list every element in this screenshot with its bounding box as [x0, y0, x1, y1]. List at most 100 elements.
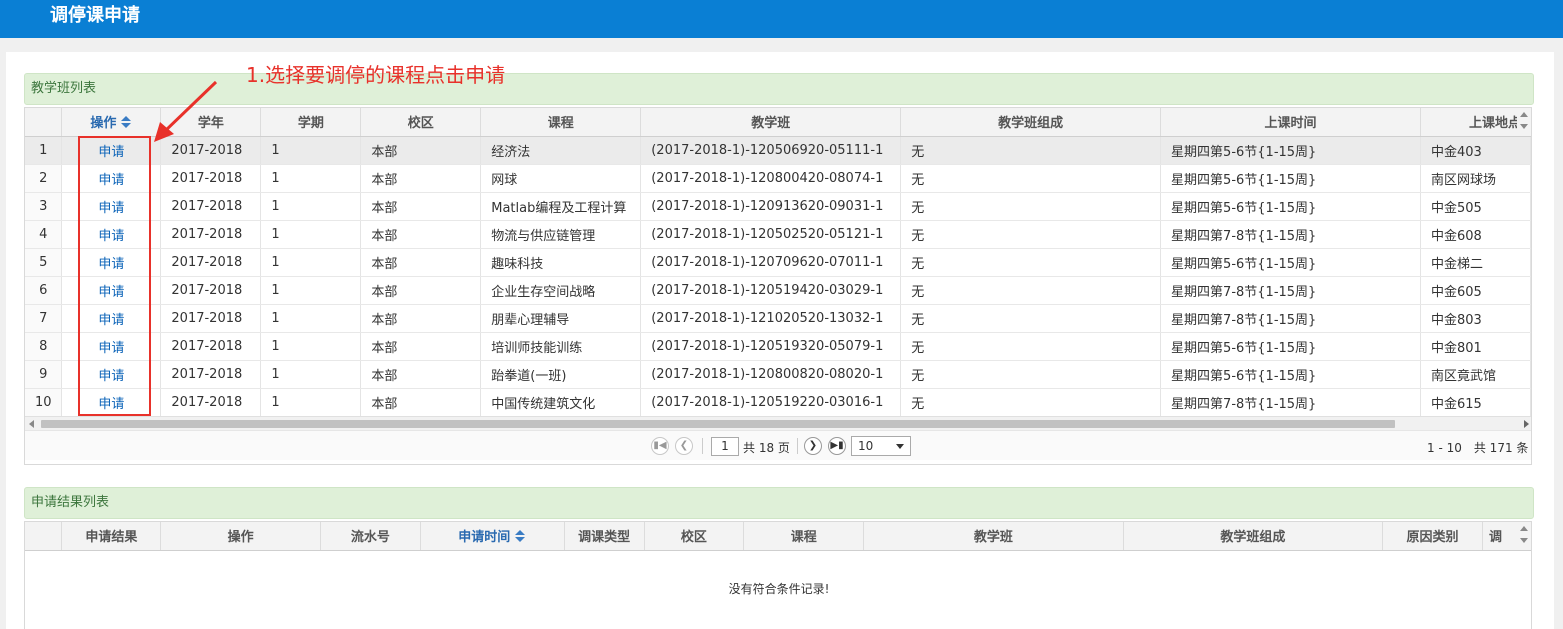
class-list-title: 教学班列表: [31, 81, 97, 96]
result-list-header: 申请结果列表: [24, 487, 1534, 519]
cell-class: (2017-2018-1)-120913620-09031-1: [640, 192, 902, 221]
prev-page-button[interactable]: ❮: [675, 437, 693, 455]
scroll-right-icon[interactable]: [1524, 420, 1529, 428]
table-row[interactable]: 7 申请 2017-2018 1 本部 朋辈心理辅导 (2017-2018-1)-12102…: [25, 304, 1531, 333]
column-header-campus[interactable]: 校区: [644, 522, 745, 551]
highlight-box: [78, 136, 151, 416]
column-header-class[interactable]: 教学班: [640, 108, 902, 137]
annotation-arrow-icon: [154, 80, 218, 142]
row-number: 7: [25, 304, 63, 333]
vertical-scrollbar[interactable]: [1517, 522, 1531, 550]
column-header-campus[interactable]: 校区: [360, 108, 482, 137]
cell-year: 2017-2018: [160, 388, 262, 417]
cell-class-composition: 无: [900, 304, 1162, 333]
cell-place: 中金505: [1420, 192, 1531, 221]
row-number: 4: [25, 220, 63, 249]
column-header-serial[interactable]: 流水号: [320, 522, 421, 551]
table-row[interactable]: 9 申请 2017-2018 1 本部 跆拳道(一班) (2017-2018-1)-1208…: [25, 360, 1531, 389]
cell-class: (2017-2018-1)-121020520-13032-1: [640, 304, 902, 333]
next-page-button[interactable]: ❯: [804, 437, 822, 455]
cell-campus: 本部: [360, 164, 482, 193]
table-row[interactable]: 5 申请 2017-2018 1 本部 趣味科技 (2017-2018-1)-1207096…: [25, 248, 1531, 277]
cell-term: 1: [260, 248, 362, 277]
class-list-table: 操作 学年 学期 校区 课程 教学班 教学班组成 上课时间 上课地点 1 申请 20…: [25, 108, 1531, 417]
row-number: 1: [25, 136, 63, 165]
column-header-class-composition[interactable]: 教学班组成: [900, 108, 1162, 137]
result-list-title: 申请结果列表: [31, 495, 110, 510]
cell-campus: 本部: [360, 332, 482, 361]
page-size-select[interactable]: 10: [851, 436, 911, 456]
cell-course: Matlab编程及工程计算: [480, 192, 642, 221]
column-header-reason-type[interactable]: 原因类别: [1382, 522, 1483, 551]
row-number: 3: [25, 192, 63, 221]
cell-term: 1: [260, 164, 362, 193]
horizontal-scroll-thumb[interactable]: [41, 420, 1395, 428]
cell-campus: 本部: [360, 220, 482, 249]
cell-place: 中金615: [1420, 388, 1531, 417]
cell-campus: 本部: [360, 136, 482, 165]
table-row[interactable]: 8 申请 2017-2018 1 本部 培训师技能训练 (2017-2018-1)-1205…: [25, 332, 1531, 361]
cell-time: 星期四第7-8节{1-15周}: [1160, 276, 1421, 305]
cell-place: 中金403: [1420, 136, 1531, 165]
column-header-course[interactable]: 课程: [743, 522, 865, 551]
cell-time: 星期四第5-6节{1-15周}: [1160, 248, 1421, 277]
scroll-up-icon[interactable]: [1520, 112, 1528, 117]
table-row[interactable]: 3 申请 2017-2018 1 本部 Matlab编程及工程计算 (2017-2018-1…: [25, 192, 1531, 221]
table-row[interactable]: 6 申请 2017-2018 1 本部 企业生存空间战略 (2017-2018-1)-120…: [25, 276, 1531, 305]
column-header-apply-time[interactable]: 申请时间: [420, 522, 565, 551]
cell-class-composition: 无: [900, 192, 1162, 221]
first-page-button[interactable]: ▮◀: [651, 437, 669, 455]
cell-class-composition: 无: [900, 388, 1162, 417]
cell-term: 1: [260, 192, 362, 221]
column-header-class-composition[interactable]: 教学班组成: [1123, 522, 1384, 551]
scroll-left-icon[interactable]: [29, 420, 34, 428]
column-header-adjust-type[interactable]: 调课类型: [564, 522, 645, 551]
scroll-down-icon[interactable]: [1520, 538, 1528, 543]
chevron-down-icon: [896, 444, 904, 449]
cell-course: 朋辈心理辅导: [480, 304, 642, 333]
cell-place: 南区网球场: [1420, 164, 1531, 193]
cell-place: 中金803: [1420, 304, 1531, 333]
cell-class: (2017-2018-1)-120506920-05111-1: [640, 136, 902, 165]
cell-course: 中国传统建筑文化: [480, 388, 642, 417]
class-list-grid: 操作 学年 学期 校区 课程 教学班 教学班组成 上课时间 上课地点 1 申请 20…: [24, 107, 1532, 465]
page-number-input[interactable]: 1: [711, 437, 739, 456]
sort-icon[interactable]: [514, 530, 526, 543]
table-row[interactable]: 10 申请 2017-2018 1 本部 中国传统建筑文化 (2017-2018-1)-12…: [25, 388, 1531, 417]
column-header-class[interactable]: 教学班: [863, 522, 1124, 551]
table-row[interactable]: 2 申请 2017-2018 1 本部 网球 (2017-2018-1)-120800420…: [25, 164, 1531, 193]
last-page-button[interactable]: ▶▮: [828, 437, 846, 455]
cell-time: 星期四第5-6节{1-15周}: [1160, 136, 1421, 165]
table-row[interactable]: 1 申请 2017-2018 1 本部 经济法 (2017-2018-1)-12050692…: [25, 136, 1531, 165]
cell-term: 1: [260, 388, 362, 417]
column-header-place[interactable]: 上课地点: [1420, 108, 1531, 137]
sort-icon[interactable]: [120, 116, 132, 129]
vertical-scrollbar[interactable]: [1517, 108, 1531, 136]
pager-separator: [702, 438, 703, 454]
class-list-header-row: 操作 学年 学期 校区 课程 教学班 教学班组成 上课时间 上课地点: [25, 108, 1531, 137]
class-list-pager: ▮◀ ❮ 1 共 18 页 ❯ ▶▮ 10 1 - 10 共 171 条: [25, 430, 1531, 460]
scroll-down-icon[interactable]: [1520, 124, 1528, 129]
cell-time: 星期四第7-8节{1-15周}: [1160, 388, 1421, 417]
row-number: 9: [25, 360, 63, 389]
table-row[interactable]: 4 申请 2017-2018 1 本部 物流与供应链管理 (2017-2018-1)-120…: [25, 220, 1531, 249]
cell-place: 中金801: [1420, 332, 1531, 361]
cell-course: 企业生存空间战略: [480, 276, 642, 305]
column-header-term[interactable]: 学期: [260, 108, 362, 137]
column-header-time[interactable]: 上课时间: [1160, 108, 1421, 137]
column-header-course[interactable]: 课程: [480, 108, 642, 137]
cell-place: 南区竟武馆: [1420, 360, 1531, 389]
annotation-text: 1.选择要调停的课程点击申请: [246, 63, 506, 87]
cell-campus: 本部: [360, 388, 482, 417]
record-summary: 1 - 10 共 171 条: [1427, 441, 1529, 455]
cell-class-composition: 无: [900, 136, 1162, 165]
scroll-up-icon[interactable]: [1520, 526, 1528, 531]
cell-year: 2017-2018: [160, 360, 262, 389]
horizontal-scrollbar[interactable]: [25, 416, 1531, 430]
row-number: 2: [25, 164, 63, 193]
top-header-bar: 调停课申请: [0, 0, 1563, 38]
column-header-result[interactable]: 申请结果: [61, 522, 162, 551]
column-header-operation[interactable]: 操作: [160, 522, 321, 551]
row-number: 5: [25, 248, 63, 277]
cell-year: 2017-2018: [160, 164, 262, 193]
